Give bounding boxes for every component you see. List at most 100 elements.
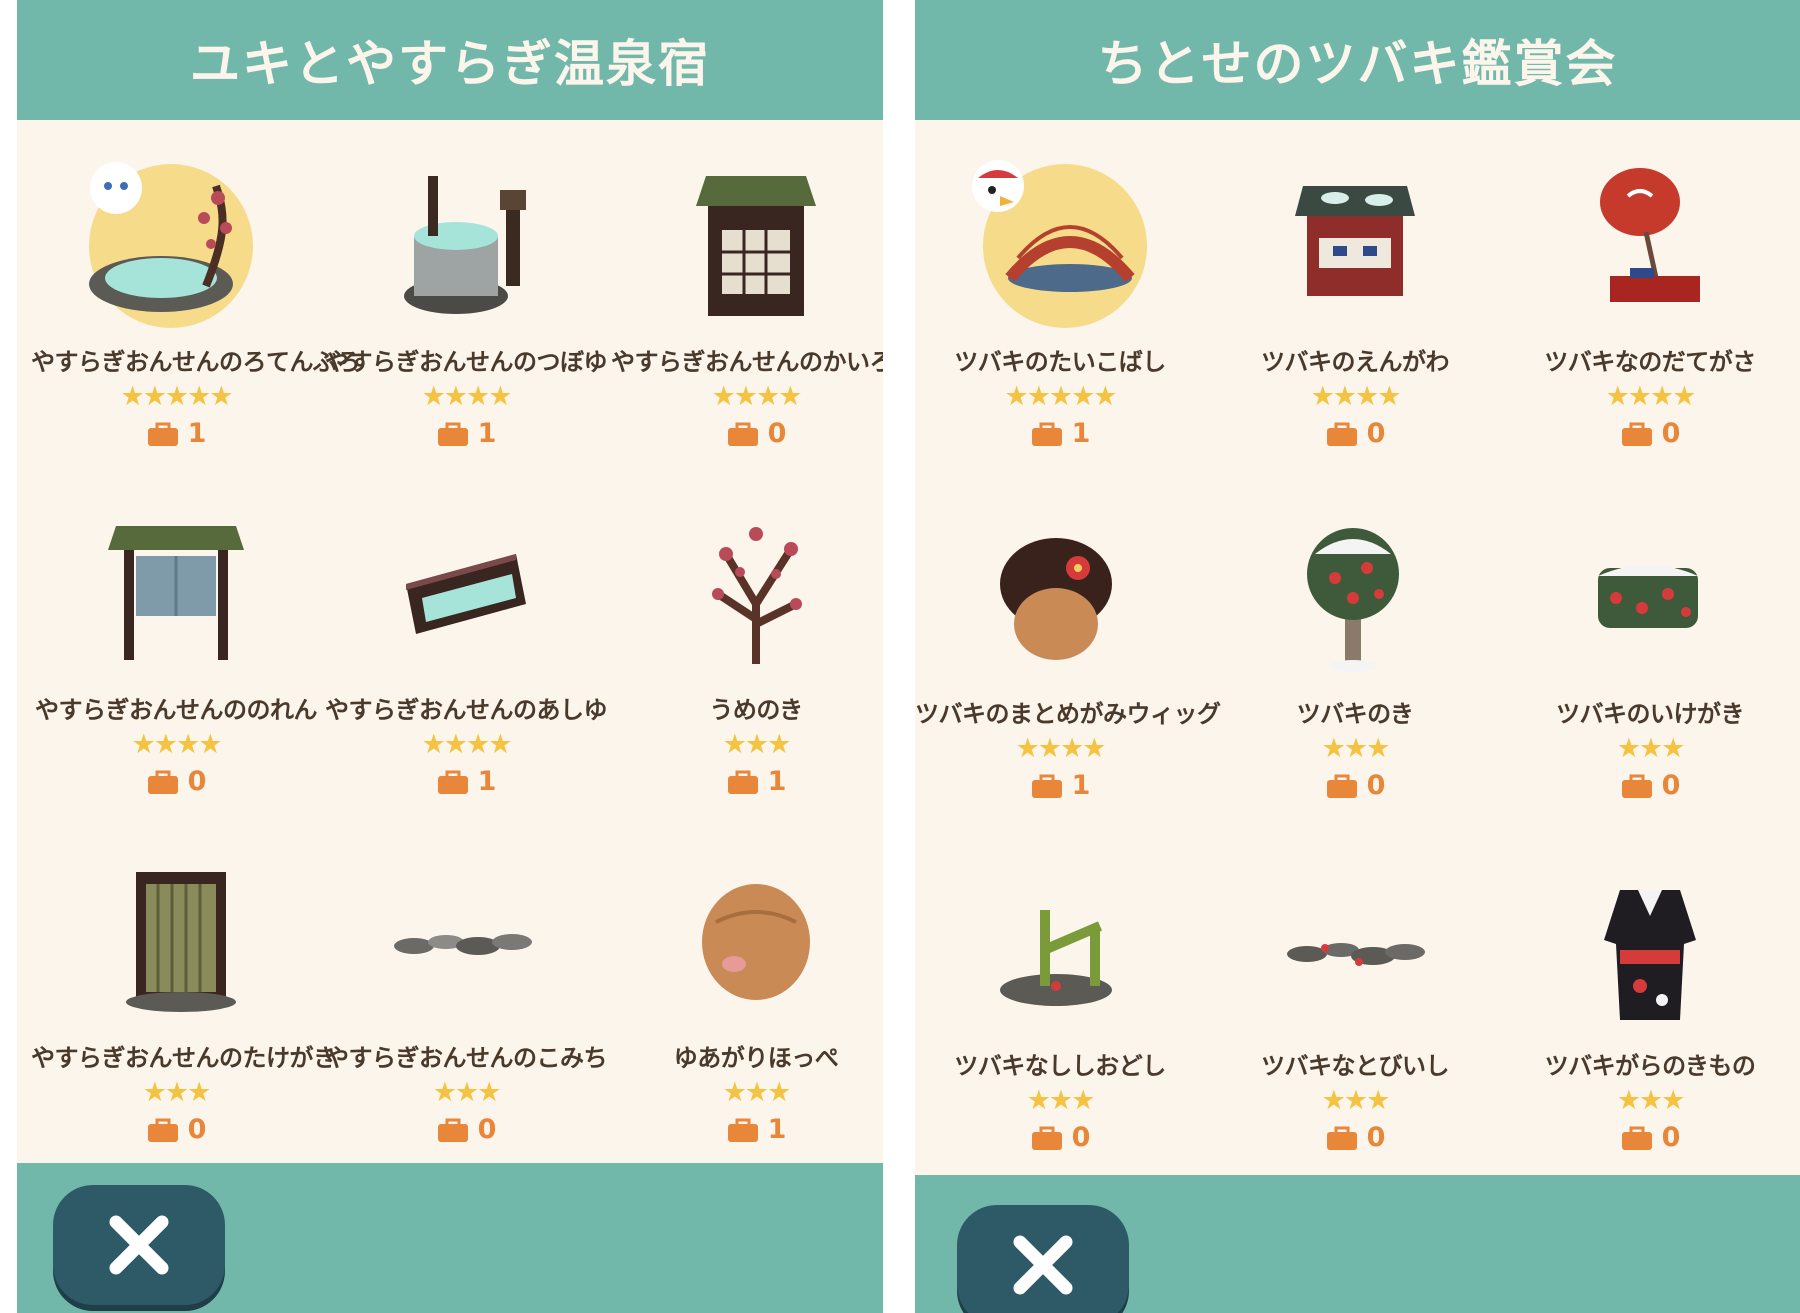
count-value: 0: [1366, 770, 1386, 801]
count-value: 0: [1366, 418, 1386, 449]
item-card[interactable]: やすらぎおんせんののれん ★★★★ 0: [31, 468, 321, 798]
owned-count: 0: [31, 768, 321, 796]
item-name: やすらぎおんせんのたけがき: [31, 1044, 337, 1072]
star-rating: ★★★★: [131, 729, 223, 760]
item-name: ツバキのいけがき: [1556, 700, 1745, 728]
item-card[interactable]: ツバキのたいこばし ★★★★★ 1: [915, 120, 1205, 450]
bag-icon: [146, 1118, 180, 1143]
item-card[interactable]: ツバキのいけがき ★★★ 0: [1505, 472, 1795, 802]
item-card[interactable]: ツバキなとびいし ★★★ 0: [1210, 824, 1500, 1154]
star-rating: ★★★★★: [1004, 381, 1117, 412]
bag-icon: [1325, 1126, 1359, 1151]
item-name: うめのき: [709, 696, 803, 724]
count-value: 1: [1071, 770, 1091, 801]
veranda-icon: [1255, 146, 1455, 346]
item-grid: やすらぎおんせんのろてんぶろ ★★★★★ 1 やすらぎおんせんのつぼゆ ★★★★: [17, 120, 883, 1160]
item-name: ツバキなのだてがさ: [1544, 348, 1756, 376]
item-card[interactable]: やすらぎおんせんのろてんぶろ ★★★★★ 1: [31, 120, 361, 450]
star-rating: ★★★★: [1015, 733, 1107, 764]
count-value: 1: [187, 418, 207, 449]
bamboo-fence-icon: [76, 842, 276, 1042]
item-card[interactable]: やすらぎおんせんのこみち ★★★ 0: [321, 816, 611, 1146]
item-card[interactable]: やすらぎおんせんのつぼゆ ★★★★ 1: [321, 120, 611, 450]
item-name: ツバキなとびいし: [1261, 1052, 1450, 1080]
item-card[interactable]: やすらぎおんせんのあしゆ ★★★★ 1: [321, 468, 611, 798]
item-name: やすらぎおんせんののれん: [35, 696, 318, 724]
bag-icon: [1030, 774, 1064, 799]
hedge-icon: [1550, 498, 1750, 698]
owned-count: 0: [1210, 772, 1500, 800]
owned-count: 0: [915, 1124, 1205, 1152]
bag-icon: [436, 770, 470, 795]
item-card[interactable]: ツバキなのだてがさ ★★★★ 0: [1505, 120, 1795, 450]
parasol-icon: [1550, 146, 1750, 346]
stepping-stones-icon: [1255, 850, 1455, 1050]
bag-icon: [436, 1118, 470, 1143]
corridor-icon: [656, 146, 856, 346]
owned-count: 0: [321, 1116, 611, 1144]
count-value: 0: [1661, 1122, 1681, 1153]
owned-count: 1: [611, 1116, 883, 1144]
item-name: やすらぎおんせんのあしゆ: [325, 696, 608, 724]
item-card[interactable]: やすらぎおんせんのかいろう ★★★★ 0: [611, 120, 883, 450]
star-rating: ★★★: [722, 1077, 792, 1108]
item-card[interactable]: ツバキのき ★★★ 0: [1210, 472, 1500, 802]
foot-bath-icon: [366, 494, 566, 694]
owned-count: 0: [1505, 772, 1795, 800]
panel-header: ユキとやすらぎ温泉宿: [17, 0, 883, 120]
count-value: 0: [1661, 418, 1681, 449]
count-value: 0: [187, 1114, 207, 1145]
owned-count: 1: [31, 420, 321, 448]
item-name: ツバキのえんがわ: [1261, 348, 1450, 376]
close-button[interactable]: [957, 1205, 1129, 1313]
event-panel-onsen: ユキとやすらぎ温泉宿 やすらぎおんせんのろてんぶろ ★★★★★ 1 やすらぎおん…: [17, 0, 883, 1313]
bag-icon: [1620, 1126, 1654, 1151]
item-card[interactable]: ゆあがりほっぺ ★★★ 1: [611, 816, 883, 1146]
item-name: やすらぎおんせんのつぼゆ: [325, 348, 608, 376]
item-card[interactable]: ツバキがらのきもの ★★★ 0: [1505, 824, 1795, 1154]
owned-count: 1: [915, 772, 1205, 800]
bag-icon: [146, 422, 180, 447]
owned-count: 0: [1505, 420, 1795, 448]
owned-count: 1: [611, 768, 883, 796]
star-rating: ★★★: [1616, 1085, 1686, 1116]
item-card[interactable]: ツバキのまとめがみウィッグ ★★★★ 1: [915, 472, 1221, 802]
item-card[interactable]: ツバキなししおどし ★★★ 0: [915, 824, 1205, 1154]
owned-count: 1: [321, 768, 611, 796]
count-value: 1: [477, 766, 497, 797]
count-value: 0: [1661, 770, 1681, 801]
item-card[interactable]: うめのき ★★★ 1: [611, 468, 883, 798]
close-button[interactable]: [53, 1185, 225, 1305]
close-icon: [109, 1215, 169, 1275]
item-name: ツバキがらのきもの: [1544, 1052, 1756, 1080]
owned-count: 0: [611, 420, 883, 448]
count-value: 0: [477, 1114, 497, 1145]
star-rating: ★★★: [722, 729, 792, 760]
owned-count: 1: [321, 420, 611, 448]
count-value: 0: [1071, 1122, 1091, 1153]
bag-icon: [726, 1118, 760, 1143]
bag-icon: [1620, 422, 1654, 447]
count-value: 1: [477, 418, 497, 449]
bag-icon: [726, 422, 760, 447]
star-rating: ★★★★: [1605, 381, 1697, 412]
panel-footer: [915, 1175, 1800, 1313]
item-card[interactable]: やすらぎおんせんのたけがき ★★★ 0: [31, 816, 337, 1146]
updo-wig-icon: [960, 498, 1160, 698]
star-rating: ★★★: [1321, 733, 1391, 764]
count-value: 1: [767, 766, 787, 797]
bag-icon: [1325, 774, 1359, 799]
event-panel-camellia: ちとせのツバキ鑑賞会 ツバキのたいこばし ★★★★★ 1 ツバキのえんがわ ★★…: [915, 0, 1800, 1313]
owned-count: 0: [1210, 420, 1500, 448]
item-name: やすらぎおんせんのかいろう: [611, 348, 883, 376]
star-rating: ★★★: [1321, 1085, 1391, 1116]
count-value: 1: [1071, 418, 1091, 449]
item-name: やすらぎおんせんのろてんぶろ: [31, 348, 361, 376]
item-grid: ツバキのたいこばし ★★★★★ 1 ツバキのえんがわ ★★★★ 0 ツバキなのだ…: [915, 120, 1800, 1160]
panel-footer: [17, 1163, 883, 1313]
noren-curtain-icon: [76, 494, 276, 694]
owned-count: 0: [1210, 1124, 1500, 1152]
item-card[interactable]: ツバキのえんがわ ★★★★ 0: [1210, 120, 1500, 450]
bag-icon: [436, 422, 470, 447]
kimono-icon: [1550, 850, 1750, 1050]
